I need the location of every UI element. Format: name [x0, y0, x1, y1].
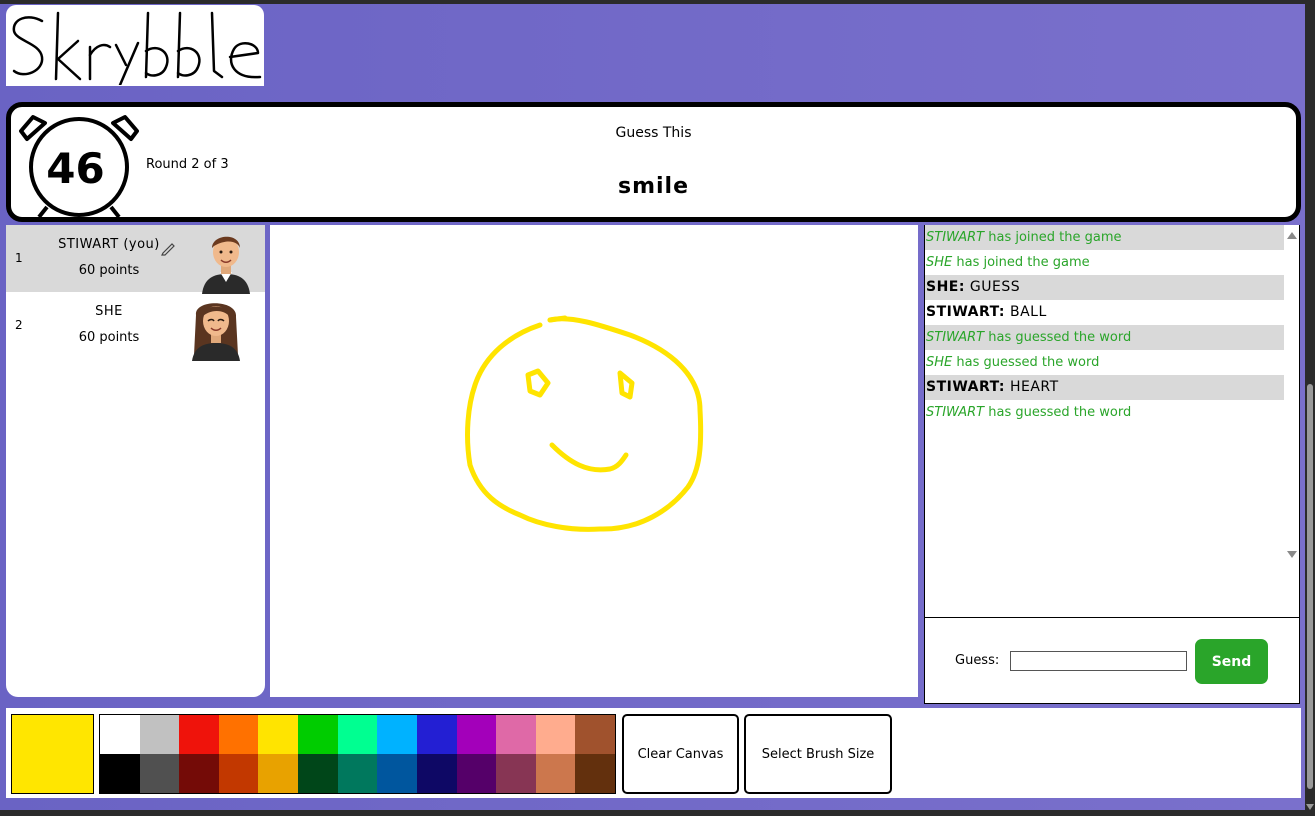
- color-swatch[interactable]: [535, 754, 576, 793]
- color-swatch[interactable]: [575, 715, 615, 754]
- player-row: 2 SHE 60 points: [6, 292, 265, 361]
- chat-message-text: GUESS: [964, 279, 1021, 295]
- color-swatch[interactable]: [179, 754, 219, 793]
- color-swatch[interactable]: [258, 754, 299, 793]
- current-color-swatch: [11, 714, 94, 794]
- word-to-guess: smile: [617, 174, 690, 199]
- chat-message: STIWART has joined the game: [925, 225, 1284, 250]
- color-swatch[interactable]: [139, 715, 180, 754]
- color-swatch[interactable]: [179, 715, 219, 754]
- color-swatch[interactable]: [139, 754, 180, 793]
- color-palette: [99, 714, 616, 794]
- drawing-canvas[interactable]: [270, 225, 918, 697]
- guess-form: Guess: Send: [924, 617, 1300, 704]
- color-swatch[interactable]: [218, 754, 259, 793]
- scroll-down-arrow-icon[interactable]: [1287, 551, 1297, 558]
- color-swatch[interactable]: [377, 754, 417, 793]
- color-swatch[interactable]: [258, 715, 299, 754]
- window-scroll-down-arrow-icon[interactable]: [1306, 804, 1314, 810]
- game-page: 46 Round 2 of 3 Guess This smile 1 STIWA…: [0, 4, 1305, 810]
- guess-this-label: Guess This: [615, 125, 692, 141]
- logo-lettering: [12, 11, 262, 85]
- chat-message-author: STIWART: [926, 405, 985, 420]
- chat-message: STIWART: BALL: [925, 300, 1284, 325]
- chat-message-text: HEART: [1005, 379, 1059, 395]
- chat-message-author: STIWART:: [926, 304, 1006, 320]
- pencil-icon: [161, 243, 175, 256]
- color-swatch[interactable]: [218, 715, 259, 754]
- player-points: 60 points: [78, 330, 140, 345]
- chat-message-author: SHE:: [926, 279, 965, 295]
- color-swatch[interactable]: [496, 715, 536, 754]
- clear-canvas-button[interactable]: Clear Canvas: [622, 714, 739, 794]
- female-avatar-icon: [192, 303, 240, 361]
- window-scrollbar-thumb[interactable]: [1307, 384, 1313, 789]
- color-swatch[interactable]: [456, 754, 497, 793]
- male-avatar-icon: [202, 236, 250, 294]
- chat-message-text: BALL: [1005, 304, 1047, 320]
- chat-message-author: STIWART: [926, 330, 985, 345]
- color-swatch[interactable]: [535, 715, 576, 754]
- color-swatch[interactable]: [100, 715, 140, 754]
- guess-input-label: Guess:: [955, 653, 1000, 668]
- color-swatch[interactable]: [496, 754, 536, 793]
- color-swatch[interactable]: [377, 715, 417, 754]
- skribble-logo: [6, 5, 264, 86]
- color-swatch[interactable]: [416, 754, 457, 793]
- guess-input[interactable]: [1010, 651, 1187, 671]
- chat-panel[interactable]: STIWART has joined the game SHE has joine…: [924, 225, 1300, 618]
- chat-message-text: has joined the game: [952, 255, 1090, 270]
- chat-message-text: has guessed the word: [984, 405, 1132, 420]
- color-swatch[interactable]: [416, 715, 457, 754]
- window-scrollbar[interactable]: [1305, 4, 1315, 810]
- color-swatch[interactable]: [456, 715, 497, 754]
- chat-message: STIWART: HEART: [925, 375, 1284, 400]
- player-name: SHE: [95, 304, 123, 319]
- chat-message: STIWART has guessed the word: [925, 325, 1284, 350]
- player-list: 1 STIWART (you) 60 points 2 SHE 60 point…: [6, 225, 265, 697]
- chat-message: SHE has guessed the word: [925, 350, 1284, 375]
- smiley-drawing: [465, 315, 704, 532]
- chat-message-text: has joined the game: [984, 230, 1122, 245]
- chat-message: STIWART has guessed the word: [925, 400, 1284, 425]
- select-brush-size-button[interactable]: Select Brush Size: [744, 714, 892, 794]
- chat-message-text: has guessed the word: [984, 330, 1132, 345]
- player-name: STIWART (you): [58, 237, 160, 252]
- chat-scrollbar[interactable]: [1285, 230, 1297, 560]
- color-swatch[interactable]: [100, 754, 140, 793]
- chat-message: SHE: GUESS: [925, 275, 1284, 300]
- player-points: 60 points: [78, 263, 140, 278]
- color-swatch[interactable]: [337, 715, 378, 754]
- round-indicator: Round 2 of 3: [146, 157, 229, 172]
- send-button[interactable]: Send: [1195, 639, 1268, 684]
- color-swatch[interactable]: [575, 754, 615, 793]
- drawing-toolbar: Clear Canvas Select Brush Size: [6, 708, 1301, 798]
- chat-message-text: has guessed the word: [952, 355, 1100, 370]
- chat-message-author: SHE: [926, 255, 953, 270]
- color-swatch[interactable]: [337, 754, 378, 793]
- chat-message-author: SHE: [926, 355, 953, 370]
- chat-message-list: STIWART has joined the game SHE has joine…: [925, 225, 1299, 425]
- scroll-up-arrow-icon[interactable]: [1287, 232, 1297, 239]
- game-header: 46 Round 2 of 3 Guess This smile: [6, 102, 1301, 222]
- player-row: 1 STIWART (you) 60 points: [6, 225, 265, 294]
- chat-message-author: STIWART:: [926, 379, 1006, 395]
- chat-message-author: STIWART: [926, 230, 985, 245]
- color-swatch[interactable]: [298, 754, 338, 793]
- chat-message: SHE has joined the game: [925, 250, 1284, 275]
- color-swatch[interactable]: [298, 715, 338, 754]
